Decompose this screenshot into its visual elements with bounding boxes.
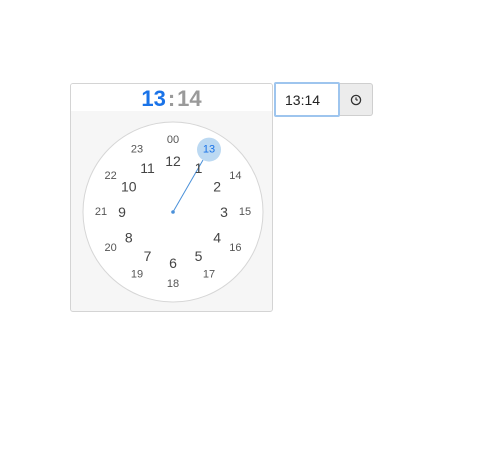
outer-hour-label-15[interactable]: 15	[239, 206, 251, 218]
inner-hour-label-11[interactable]: 11	[140, 160, 155, 176]
outer-hour-label-18[interactable]: 18	[167, 278, 179, 290]
dial-center-dot	[171, 210, 175, 214]
outer-hour-label-00[interactable]: 00	[167, 134, 179, 146]
outer-hour-label-21[interactable]: 21	[95, 206, 107, 218]
inner-hour-label-7[interactable]: 7	[144, 248, 152, 264]
inner-hour-label-1[interactable]: 1	[195, 160, 203, 176]
inner-hour-label-8[interactable]: 8	[125, 230, 133, 246]
inner-hour-label-5[interactable]: 5	[195, 248, 203, 264]
inner-hour-label-10[interactable]: 10	[121, 179, 137, 195]
clock-picker-popover: 13:14 00 13 14 15 16 17 18 19 20 21 22 23 12 1 2 3 4 5 6 7…	[70, 83, 273, 312]
outer-hour-label-23[interactable]: 23	[131, 144, 143, 156]
inner-hour-label-2[interactable]: 2	[213, 179, 221, 195]
clock-dial[interactable]: 001314151617181920212223 12 1234567891011	[71, 84, 273, 312]
outer-hour-label-17[interactable]: 17	[203, 268, 215, 280]
outer-hour-label-20[interactable]: 20	[104, 242, 116, 254]
clock-toggle-button[interactable]	[340, 83, 373, 116]
inner-hour-label-6[interactable]: 6	[169, 255, 177, 271]
clock-icon	[350, 94, 362, 106]
inner-hour-label-12[interactable]: 12	[165, 153, 181, 169]
inner-hour-label-4[interactable]: 4	[213, 230, 221, 246]
outer-hour-label-14[interactable]: 14	[229, 170, 241, 182]
inner-hour-label-3[interactable]: 3	[220, 204, 228, 220]
outer-hour-label-22[interactable]: 22	[104, 170, 116, 182]
inner-hour-label-9[interactable]: 9	[118, 204, 126, 220]
outer-hour-label-13[interactable]: 13	[203, 144, 215, 156]
outer-hour-label-16[interactable]: 16	[229, 242, 241, 254]
time-input[interactable]	[274, 82, 340, 117]
page: 13:14 00 13 14 15 16 17 18 19 20 21 22 23 12 1 2 3 4 5 6 7…	[0, 0, 500, 469]
outer-hour-label-19[interactable]: 19	[131, 268, 143, 280]
